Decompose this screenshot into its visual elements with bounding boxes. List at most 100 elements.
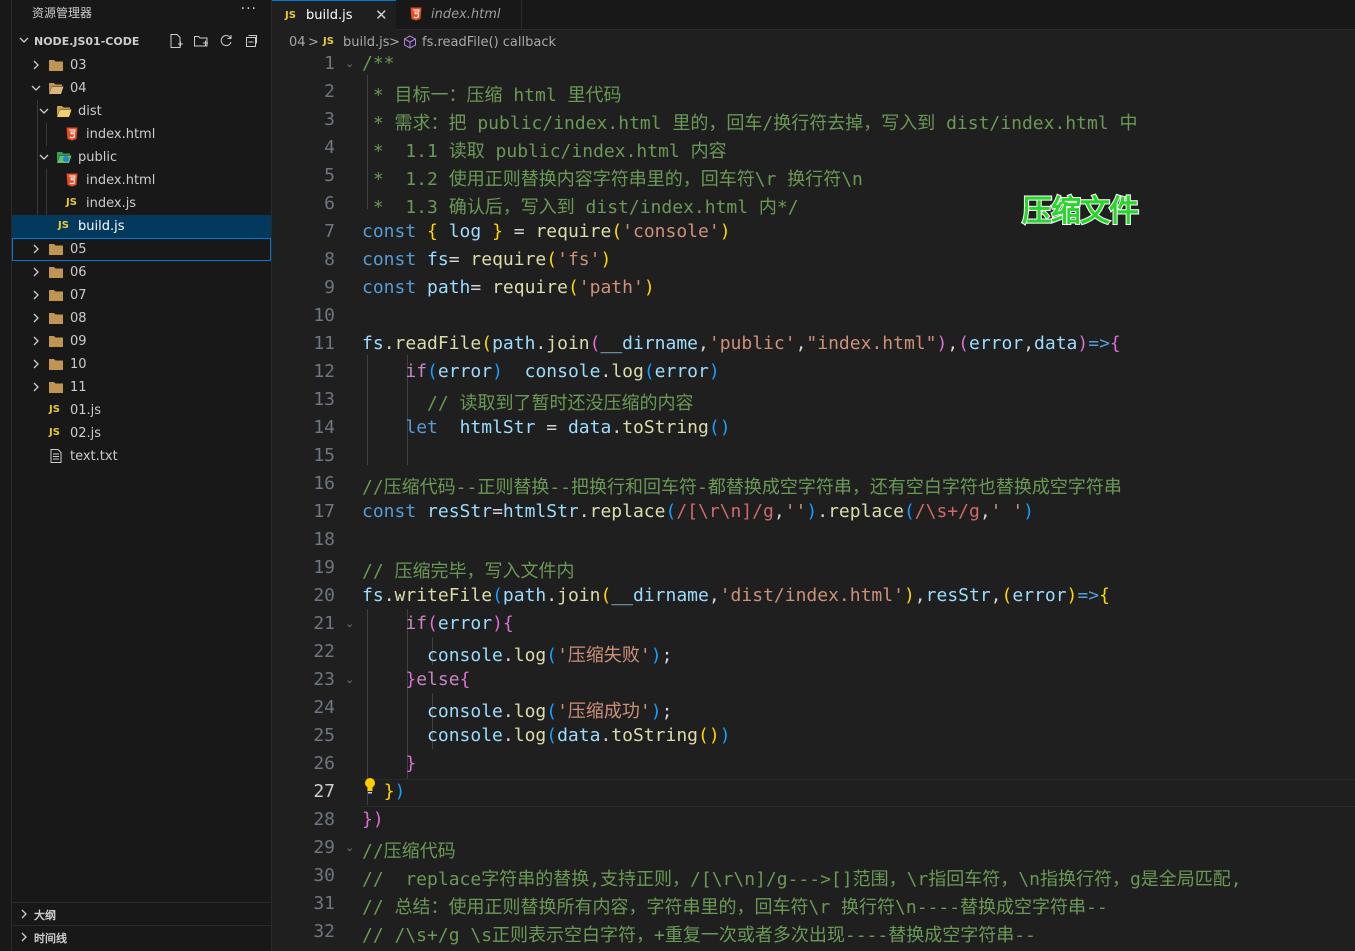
line-number: 16 — [313, 473, 335, 494]
tree-label: build.js — [78, 219, 125, 234]
tree-folder-06[interactable]: 06 — [12, 261, 271, 284]
code-editor[interactable]: ⌄ ⌄ ⌄ ⌄ 1 2 3 4 5 6 7 8 9 10 11 12 13 14… — [272, 53, 1355, 951]
tree-folder-public[interactable]: public — [12, 146, 271, 169]
tree-folder-09[interactable]: 09 — [12, 330, 271, 353]
fold-chevron-icon[interactable]: ⌄ — [345, 57, 354, 70]
tree-folder-08[interactable]: 08 — [12, 307, 271, 330]
js-file-icon: JS — [66, 197, 77, 208]
tree-file-01-js[interactable]: JS 01.js — [12, 399, 271, 422]
js-file-icon: JS — [49, 404, 60, 415]
tree-folder-11[interactable]: 11 — [12, 376, 271, 399]
dist-folder-icon — [57, 106, 72, 117]
tab-index-html[interactable]: index.html — [397, 0, 522, 30]
folder-icon — [49, 290, 63, 301]
tree-file-text-txt[interactable]: text.txt — [12, 445, 271, 468]
line-number: 14 — [313, 417, 335, 438]
code-line: if(error){ — [405, 613, 514, 634]
fold-chevron-icon[interactable]: ⌄ — [345, 841, 354, 854]
js-file-icon: JS — [49, 427, 60, 438]
code-line: * 1.1 读取 public/index.html 内容 — [362, 141, 727, 162]
code-line: /** — [362, 53, 395, 74]
code-line: * 1.2 使用正则替换内容字符串里的，回车符\r 换行符\n — [362, 169, 863, 190]
code-line: //压缩代码 — [362, 841, 456, 862]
tree-folder-07[interactable]: 07 — [12, 284, 271, 307]
line-number: 10 — [313, 305, 335, 326]
tree-label: text.txt — [70, 449, 118, 464]
tab-build-js[interactable]: JS build.js ✕ — [272, 0, 396, 30]
refresh-icon[interactable] — [218, 33, 234, 49]
tree-label: 10 — [70, 357, 87, 372]
public-folder-icon — [57, 152, 72, 163]
new-folder-icon[interactable] — [193, 33, 209, 49]
line-number: 26 — [313, 753, 335, 774]
tree-folder-10[interactable]: 10 — [12, 353, 271, 376]
chevron-right-icon — [33, 290, 39, 300]
line-number: 15 — [313, 445, 335, 466]
js-file-icon: JS — [58, 220, 69, 231]
chevron-right-icon — [33, 382, 39, 392]
breadcrumb-separator: > — [308, 35, 319, 50]
js-file-icon: JS — [323, 36, 334, 47]
tree-folder-dist[interactable]: dist — [12, 100, 271, 123]
explorer-sidebar: 资源管理器 ··· NODE.JS01-CODE 03 04 dist inde… — [12, 0, 272, 951]
code-line: // replace字符串的替换,支持正则，/[\r\n]/g--->[]范围，… — [362, 869, 1242, 890]
code-line: fs.readFile(path.join(__dirname,'public'… — [362, 333, 1121, 354]
code-line: * 目标一：压缩 html 里代码 — [362, 85, 622, 106]
line-number: 13 — [313, 389, 335, 410]
tree-folder-05[interactable]: 05 — [12, 238, 271, 261]
chevron-down-icon — [31, 85, 41, 91]
chevron-right-icon — [33, 313, 39, 323]
breadcrumb-folder[interactable]: 04 — [289, 35, 306, 50]
tree-file-index-js[interactable]: JS index.js — [12, 192, 271, 215]
code-line: console.log('压缩成功'); — [427, 701, 673, 722]
line-number: 32 — [313, 921, 335, 942]
tree-file-public-index-html[interactable]: index.html — [12, 169, 271, 192]
tree-file-02-js[interactable]: JS 02.js — [12, 422, 271, 445]
tree-file-build-js[interactable]: JS build.js — [12, 215, 271, 238]
more-actions-icon[interactable]: ··· — [241, 1, 257, 17]
text-file-icon — [50, 449, 62, 463]
close-icon[interactable]: ✕ — [375, 6, 388, 24]
tree-label: 04 — [70, 81, 87, 96]
chevron-right-icon — [33, 267, 39, 277]
folder-icon — [49, 313, 63, 324]
tree-label: 06 — [70, 265, 87, 280]
tree-folder-04[interactable]: 04 — [12, 77, 271, 100]
lightbulb-icon[interactable] — [363, 777, 377, 795]
tree-label: 05 — [70, 242, 87, 257]
folder-icon — [49, 60, 63, 71]
line-number: 3 — [324, 109, 335, 130]
chevron-right-icon — [33, 336, 39, 346]
code-line: * 1.3 确认后，写入到 dist/index.html 内*/ — [362, 197, 799, 218]
line-number: 29 — [313, 837, 335, 858]
line-number: 25 — [313, 725, 335, 746]
fold-chevron-icon[interactable]: ⌄ — [345, 617, 354, 630]
new-file-icon[interactable] — [168, 33, 184, 49]
folder-open-icon — [49, 83, 64, 94]
code-line: let htmlStr = data.toString() — [405, 417, 731, 438]
breadcrumb-separator: > — [389, 35, 400, 50]
collapse-all-icon[interactable] — [243, 33, 259, 49]
line-number: 2 — [324, 81, 335, 102]
breadcrumb-symbol[interactable]: fs.readFile() callback — [422, 35, 556, 50]
line-number: 20 — [313, 585, 335, 606]
breadcrumb-file[interactable]: build.js — [343, 35, 389, 50]
chevron-right-icon — [33, 244, 39, 254]
code-line: // /\s+/g \s正则表示空白字符，+重复一次或者多次出现----替换成空… — [362, 925, 1036, 946]
current-line-highlight — [362, 779, 1355, 807]
line-number: 1 — [324, 53, 335, 74]
html5-icon — [66, 173, 78, 187]
outline-panel-header[interactable]: 大纲 — [12, 902, 271, 924]
tree-label: 09 — [70, 334, 87, 349]
workspace-header[interactable]: NODE.JS01-CODE — [12, 30, 271, 52]
workspace-name: NODE.JS01-CODE — [34, 35, 140, 48]
fold-chevron-icon[interactable]: ⌄ — [345, 673, 354, 686]
explorer-title: 资源管理器 — [32, 6, 93, 20]
activity-bar — [0, 0, 12, 951]
timeline-panel-header[interactable]: 时间线 — [12, 925, 271, 947]
code-line: const path= require('path') — [362, 277, 655, 298]
tree-file-dist-index-html[interactable]: index.html — [12, 123, 271, 146]
line-number: 6 — [324, 193, 335, 214]
tree-folder-03[interactable]: 03 — [12, 54, 271, 77]
chevron-right-icon — [33, 60, 39, 70]
